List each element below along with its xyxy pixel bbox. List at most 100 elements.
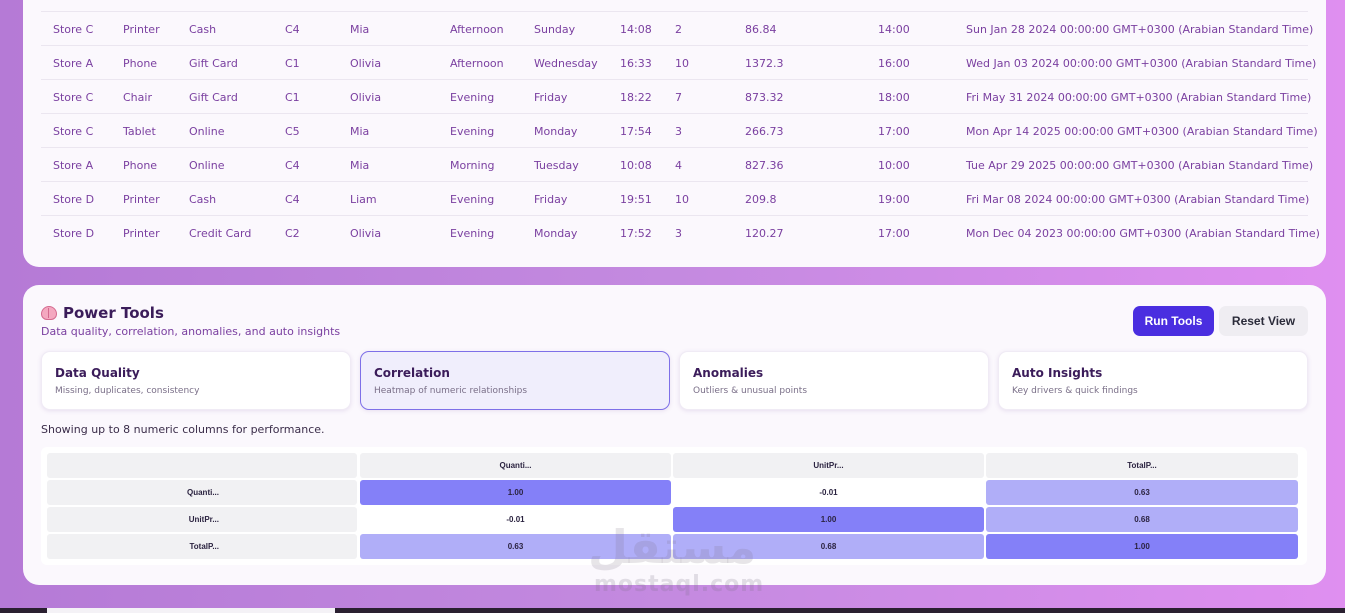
table-cell: Gift Card [189, 91, 238, 104]
power-tools-card: Power Tools Data quality, correlation, a… [23, 285, 1326, 585]
tab-description: Outliers & unusual points [693, 386, 808, 396]
table-cell: Sunday [534, 23, 576, 36]
table-cell: Cash [189, 23, 217, 36]
brain-icon [41, 306, 57, 320]
table-cell: Gift Card [189, 57, 238, 70]
tab-description: Heatmap of numeric relationships [374, 386, 528, 396]
table-cell: Afternoon [450, 57, 504, 70]
table-cell: Olivia [350, 227, 382, 240]
table-row: Store C Printer Cash C4 Mia Afternoon Sunday 14… [41, 11, 1313, 45]
heatmap-cell: 1.00 [673, 507, 984, 532]
table-cell: Printer [123, 23, 160, 36]
heatmap-cell: 0.68 [673, 534, 984, 559]
columns-note: Showing up to 8 numeric columns for perf… [41, 423, 325, 436]
table-cell: Olivia [350, 91, 382, 104]
table-cell: Chair [123, 91, 152, 104]
table-cell: Evening [450, 227, 495, 240]
table-cell: 4 [675, 159, 682, 172]
table-cell: Wednesday [534, 57, 598, 70]
table-cell: 10 [675, 57, 689, 70]
table-cell: Liam [350, 193, 377, 206]
run-tools-button[interactable]: Run Tools [1133, 306, 1214, 336]
table-cell: Friday [534, 91, 568, 104]
table-cell: 19:00 [878, 193, 910, 206]
data-table: Store C Printer Cash C4 Mia Afternoon Sunday 14… [41, 11, 1320, 249]
table-cell: 7 [675, 91, 682, 104]
table-cell: Phone [123, 57, 158, 70]
reset-view-button[interactable]: Reset View [1219, 306, 1308, 336]
correlation-heatmap: Quanti... UnitPr... TotalP... Quanti... 1.00… [41, 447, 1307, 565]
tab-label: Data Quality [55, 366, 140, 380]
table-cell: C4 [285, 193, 300, 206]
table-cell: Mia [350, 23, 370, 36]
heatmap-cell: 0.68 [986, 507, 1298, 532]
heatmap-cell: 1.00 [360, 480, 671, 505]
table-cell: 14:00 [878, 23, 910, 36]
table-cell: C4 [285, 23, 300, 36]
heatmap-row-label: Quanti... [47, 480, 357, 505]
table-cell: 17:54 [620, 125, 652, 138]
heatmap-cell: 1.00 [986, 534, 1298, 559]
table-cell: C5 [285, 125, 300, 138]
table-cell: Fri May 31 2024 00:00:00 GMT+0300 (Arabi… [966, 91, 1312, 104]
table-cell: 18:00 [878, 91, 910, 104]
table-row: Store C Chair Gift Card C1 Olivia Evening Frid… [41, 79, 1312, 113]
tab-anomalies[interactable]: Anomalies Outliers & unusual points [679, 351, 989, 410]
tab-description: Key drivers & quick findings [1012, 386, 1138, 396]
tab-description: Missing, duplicates, consistency [55, 386, 200, 396]
table-cell: Monday [534, 227, 578, 240]
table-cell: Store C [53, 91, 94, 104]
tab-data-quality[interactable]: Data Quality Missing, duplicates, consis… [41, 351, 351, 410]
table-cell: Monday [534, 125, 578, 138]
power-tools-title: Power Tools [41, 304, 164, 322]
table-cell: Tuesday [534, 159, 579, 172]
table-cell: 17:00 [878, 227, 910, 240]
table-cell: Store C [53, 125, 94, 138]
tab-label: Correlation [374, 366, 450, 380]
table-cell: Online [189, 125, 225, 138]
table-cell: 2 [675, 23, 682, 36]
table-cell: 10:08 [620, 159, 652, 172]
data-table-card: Store C Printer Cash C4 Mia Afternoon Sunday 14… [23, 0, 1326, 267]
table-cell: C1 [285, 91, 300, 104]
table-cell: Printer [123, 227, 160, 240]
heatmap-corner [47, 453, 357, 478]
table-cell: Store D [53, 193, 95, 206]
heatmap-cell: -0.01 [673, 480, 984, 505]
table-cell: Mia [350, 159, 370, 172]
heatmap-row-label: TotalP... [47, 534, 357, 559]
table-cell: 1372.3 [745, 57, 784, 70]
table-cell: 18:22 [620, 91, 652, 104]
table-cell: Friday [534, 193, 568, 206]
tab-auto-insights[interactable]: Auto Insights Key drivers & quick findin… [998, 351, 1308, 410]
table-cell: Evening [450, 193, 495, 206]
table-cell: C1 [285, 57, 300, 70]
table-row: Store C Tablet Online C5 Mia Evening Monday 17:… [41, 113, 1318, 147]
table-cell: Tue Apr 29 2025 00:00:00 GMT+0300 (Arabi… [966, 159, 1314, 172]
table-cell: Online [189, 159, 225, 172]
table-cell: Mon Dec 04 2023 00:00:00 GMT+0300 (Arabi… [966, 227, 1320, 240]
table-cell: Mia [350, 125, 370, 138]
table-cell: Mon Apr 14 2025 00:00:00 GMT+0300 (Arabi… [966, 125, 1318, 138]
table-cell: Tablet [123, 125, 156, 138]
table-cell: 19:51 [620, 193, 652, 206]
heatmap-cell: 0.63 [360, 534, 671, 559]
taskbar-segment [47, 608, 335, 613]
table-row: Store A Phone Gift Card C1 Olivia Afternoon We… [41, 45, 1316, 79]
table-cell: Wed Jan 03 2024 00:00:00 GMT+0300 (Arabi… [966, 57, 1317, 70]
table-cell: Olivia [350, 57, 382, 70]
table-cell: 10:00 [878, 159, 910, 172]
table-cell: 16:00 [878, 57, 910, 70]
table-cell: Afternoon [450, 23, 504, 36]
heatmap-column-header: UnitPr... [673, 453, 984, 478]
table-cell: Fri Mar 08 2024 00:00:00 GMT+0300 (Arabi… [966, 193, 1310, 206]
table-cell: 16:33 [620, 57, 652, 70]
tab-correlation[interactable]: Correlation Heatmap of numeric relations… [360, 351, 670, 410]
table-cell: Credit Card [189, 227, 252, 240]
table-cell: 17:52 [620, 227, 652, 240]
table-cell: Sun Jan 28 2024 00:00:00 GMT+0300 (Arabi… [966, 23, 1314, 36]
table-cell: 120.27 [745, 227, 784, 240]
table-cell: Morning [450, 159, 495, 172]
table-cell: Store D [53, 227, 95, 240]
table-cell: 209.8 [745, 193, 777, 206]
